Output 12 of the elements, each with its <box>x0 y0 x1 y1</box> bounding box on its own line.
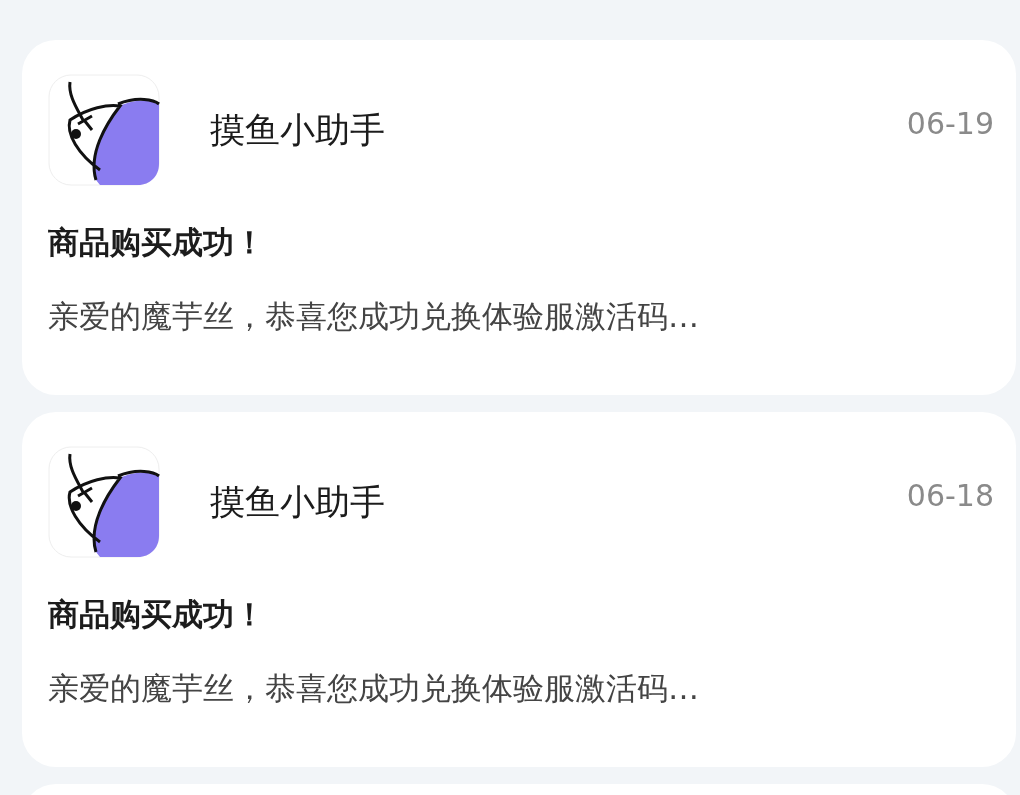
fish-logo-icon <box>48 446 160 558</box>
message-title: 商品购买成功！ <box>48 595 266 634</box>
message-preview: 亲爱的魔芋丝，恭喜您成功兑换体验服激活码… <box>48 297 700 336</box>
message-card[interactable]: 摸鱼小助手 06-19 商品购买成功！ 亲爱的魔芋丝，恭喜您成功兑换体验服激活码… <box>22 40 1016 395</box>
sender-name: 摸鱼小助手 <box>210 108 386 152</box>
message-card[interactable]: 摸鱼小助手 06-18 商品购买成功！ 亲爱的魔芋丝，恭喜您成功兑换体验服激活码… <box>22 412 1016 767</box>
message-preview: 亲爱的魔芋丝，恭喜您成功兑换体验服激活码… <box>48 669 700 708</box>
message-date: 06-19 <box>906 105 994 141</box>
message-title: 商品购买成功！ <box>48 223 266 262</box>
fish-logo-icon <box>48 74 160 186</box>
sender-name: 摸鱼小助手 <box>210 480 386 524</box>
message-date: 06-18 <box>906 477 994 513</box>
